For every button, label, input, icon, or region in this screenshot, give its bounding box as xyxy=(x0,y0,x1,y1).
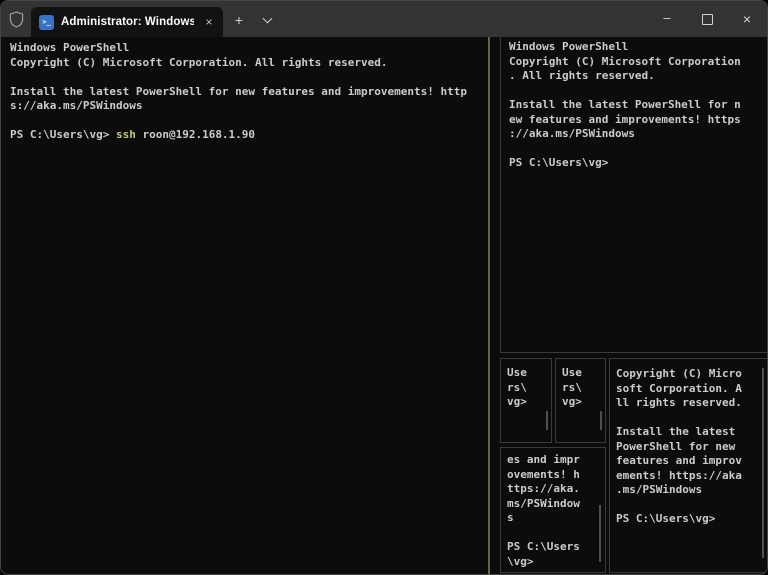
terminal-line: Windows PowerShell xyxy=(10,41,130,54)
terminal-line: ovements! h xyxy=(507,467,580,481)
tab-title: Administrator: Windows PowerShell xyxy=(61,16,194,28)
admin-shield-icon xyxy=(1,1,31,37)
pane-top-right-terminal[interactable]: Windows PowerShell Copyright (C) Microsof… xyxy=(500,37,767,353)
maximize-button[interactable] xyxy=(687,1,727,37)
terminal-output: Use rs\ vg> xyxy=(562,366,605,410)
terminal-line: vg> xyxy=(562,395,582,408)
prompt-line: PS C:\Users\vg> ssh roon@192.168.1.90 xyxy=(10,128,488,143)
command-args: roon@192.168.1.90 xyxy=(135,128,256,141)
command-text: ssh xyxy=(115,128,136,141)
pane-bottom-right-terminal[interactable]: Copyright (C) Micro soft Corporation. All… xyxy=(609,358,767,573)
terminal-line: ms/PSWindow xyxy=(507,496,580,510)
terminal-line: s xyxy=(507,511,514,524)
terminal-line: PS C:\Users\vg> xyxy=(616,512,716,525)
tab-dropdown-button[interactable] xyxy=(255,7,279,33)
pane-small-2-terminal[interactable]: Use rs\ vg> xyxy=(555,358,606,443)
prompt-text: PS C:\Users\vg> xyxy=(10,128,116,141)
terminal-line: rs\ xyxy=(507,380,527,394)
scrollbar-thumb[interactable] xyxy=(600,411,602,430)
minimize-button[interactable]: – xyxy=(647,1,687,37)
terminal-line: s://aka.ms/PSWindows xyxy=(10,99,143,112)
terminal-line: PowerShell for new xyxy=(616,439,736,453)
close-button[interactable]: × xyxy=(727,1,767,37)
chevron-down-icon xyxy=(262,13,272,24)
tab-powershell[interactable]: >_ Administrator: Windows PowerShell × xyxy=(31,7,223,37)
terminal-line: .ms/PSWindows xyxy=(616,483,703,496)
terminal-line: \vg> xyxy=(507,554,534,568)
terminal-line: . All rights reserved. xyxy=(509,69,655,82)
terminal-line: ew features and improvements! https xyxy=(509,112,741,126)
terminal-line: Install the latest PowerShell for n xyxy=(509,98,741,111)
scrollbar-thumb[interactable] xyxy=(762,368,764,558)
terminal-output: Windows PowerShell Copyright (C) Microsof… xyxy=(10,41,488,128)
terminal-line: rs\ xyxy=(562,380,582,394)
new-tab-button[interactable]: + xyxy=(227,7,251,33)
terminal-line: Install the latest PowerShell for new fe… xyxy=(10,84,467,98)
window-controls: – × xyxy=(647,1,767,37)
terminal-line: Use xyxy=(562,366,582,379)
terminal-window: >_ Administrator: Windows PowerShell × +… xyxy=(0,0,768,575)
tab-close-icon[interactable]: × xyxy=(201,14,217,30)
terminal-line: ://aka.ms/PSWindows xyxy=(509,127,635,140)
terminal-line: Copyright (C) Microsoft Corporation. All… xyxy=(10,55,388,69)
titlebar[interactable]: >_ Administrator: Windows PowerShell × +… xyxy=(1,1,767,37)
pane-left-terminal[interactable]: Windows PowerShell Copyright (C) Microsof… xyxy=(1,37,490,574)
terminal-line: Copyright (C) Microsoft Corporation xyxy=(509,54,741,68)
terminal-output: Use rs\ vg> xyxy=(507,366,551,410)
terminal-output: Windows PowerShell Copyright (C) Microsof… xyxy=(509,40,767,171)
pane-bottom-middle-terminal[interactable]: es and impr ovements! h ttps://aka. ms/PSWi… xyxy=(500,447,606,573)
terminal-line: Use xyxy=(507,366,527,379)
terminal-line: soft Corporation. A xyxy=(616,381,742,395)
powershell-icon: >_ xyxy=(39,14,54,30)
terminal-line: Copyright (C) Micro xyxy=(616,367,742,380)
scrollbar-thumb[interactable] xyxy=(599,505,601,562)
terminal-output: es and impr ovements! h ttps://aka. ms/PSWi… xyxy=(507,453,605,569)
terminal-line: es and impr xyxy=(507,453,580,466)
terminal-line: vg> xyxy=(507,395,527,408)
terminal-line: PS C:\Users xyxy=(507,540,580,553)
scrollbar-thumb[interactable] xyxy=(546,411,548,430)
terminal-line: ttps://aka. xyxy=(507,482,580,495)
pane-small-1-terminal[interactable]: Use rs\ vg> xyxy=(500,358,552,443)
terminal-line: ll rights reserved. xyxy=(616,396,742,409)
terminal-output: Copyright (C) Micro soft Corporation. All… xyxy=(616,367,767,527)
terminal-line: Windows PowerShell xyxy=(509,40,629,53)
maximize-icon xyxy=(701,13,713,25)
terminal-line: Install the latest xyxy=(616,425,736,438)
terminal-line: features and improv xyxy=(616,454,742,467)
terminal-line: PS C:\Users\vg> xyxy=(509,156,609,169)
terminal-line: ements! https://aka xyxy=(616,468,742,482)
